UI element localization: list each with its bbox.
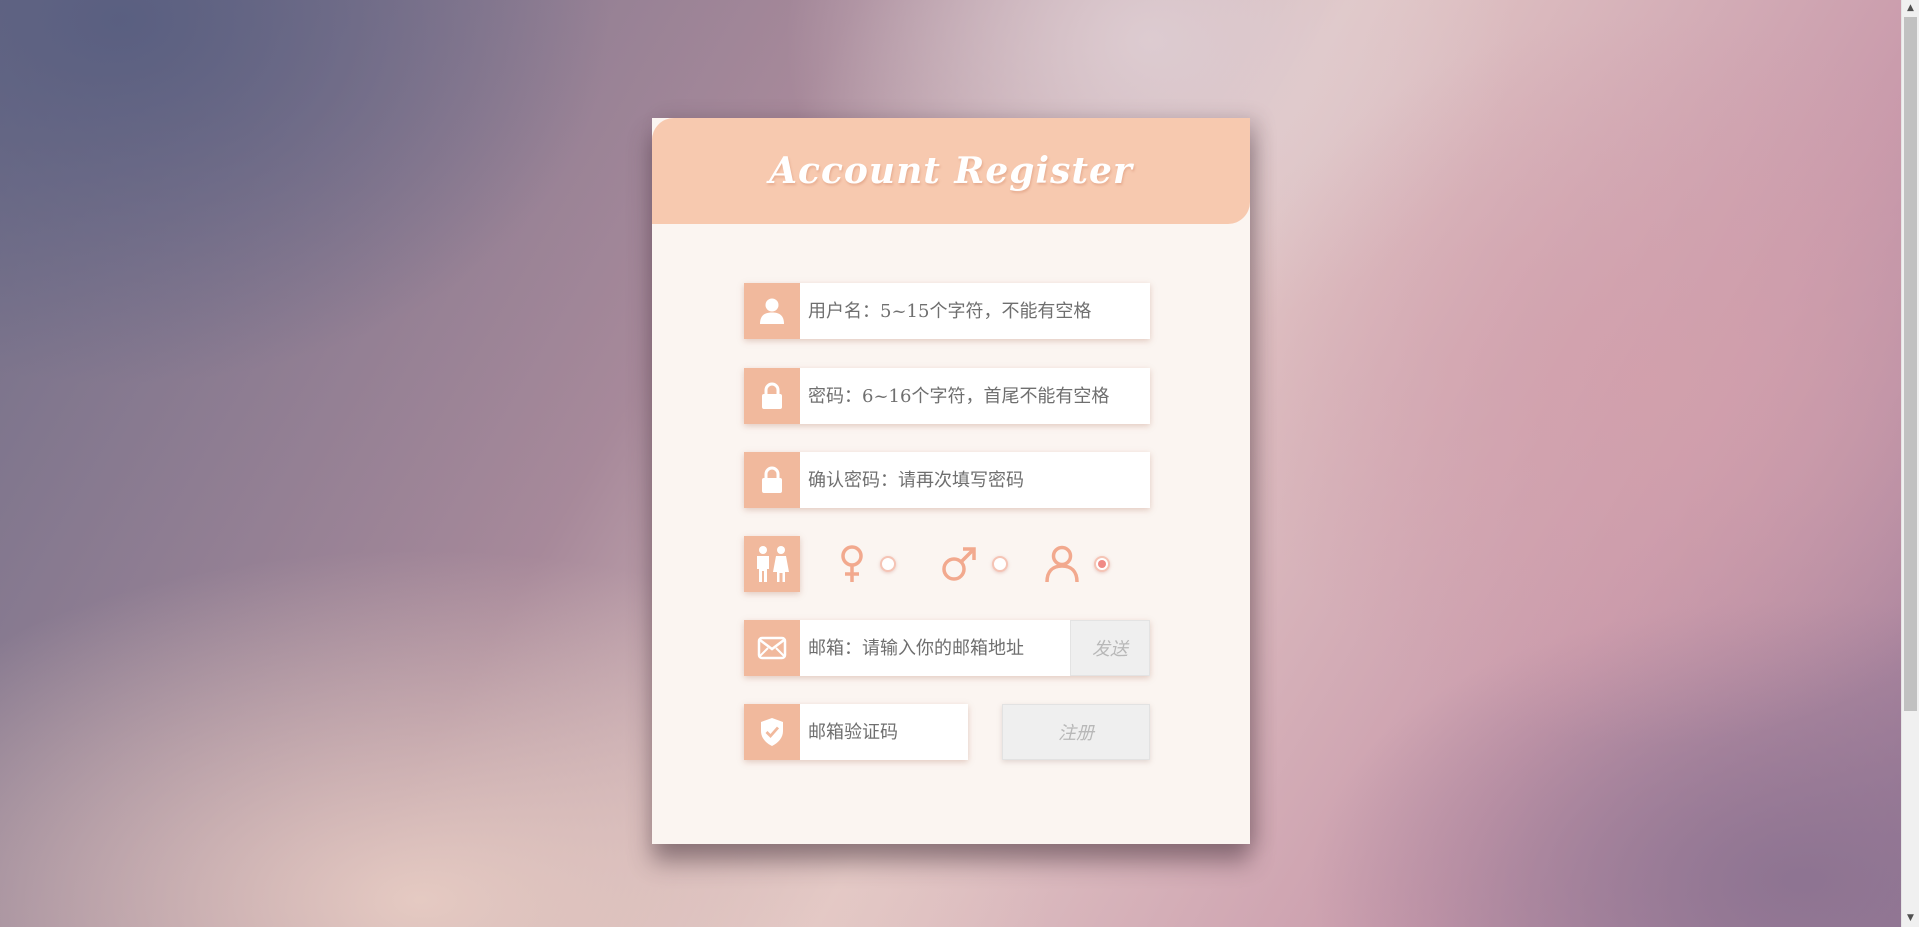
lock-icon (744, 452, 800, 508)
couple-icon (744, 536, 800, 592)
username-field-row (744, 283, 1150, 339)
lock-icon (744, 368, 800, 424)
gender-row (744, 536, 1150, 592)
user-icon (744, 283, 800, 339)
register-button[interactable]: 注册 (1002, 704, 1150, 760)
card-header: Account Register (652, 118, 1250, 224)
female-symbol-icon (841, 545, 863, 582)
shield-check-icon (744, 704, 800, 760)
gender-radio-male[interactable] (992, 556, 1008, 572)
gender-option-male[interactable] (940, 544, 1008, 584)
gender-option-unspecified[interactable] (1044, 544, 1110, 584)
password-field-row (744, 368, 1150, 424)
gender-option-female[interactable] (838, 544, 896, 584)
male-symbol-icon (942, 547, 976, 581)
person-outline-icon (1045, 545, 1079, 583)
scroll-down-arrow-icon[interactable]: ▼ (1902, 910, 1919, 927)
confirm-password-input[interactable] (800, 452, 1150, 508)
register-card: Account Register 用户名：5~15个字符，不能有空格 邮箱：请输… (652, 118, 1250, 844)
code-field-row (744, 704, 968, 760)
envelope-icon (744, 620, 800, 676)
email-field-row: 发送 (744, 620, 1150, 676)
send-code-button[interactable]: 发送 (1070, 620, 1150, 676)
scrollbar-thumb[interactable] (1904, 17, 1917, 711)
vertical-scrollbar[interactable]: ▲ ▼ (1901, 0, 1919, 927)
scroll-up-arrow-icon[interactable]: ▲ (1902, 0, 1919, 17)
username-input[interactable] (800, 283, 1150, 339)
email-input[interactable] (800, 620, 1070, 676)
page-title: Account Register (769, 150, 1133, 192)
verification-code-input[interactable] (800, 704, 968, 760)
gender-radio-unspecified[interactable] (1094, 556, 1110, 572)
gender-radio-female[interactable] (880, 556, 896, 572)
confirm-password-field-row (744, 452, 1150, 508)
password-input[interactable] (800, 368, 1150, 424)
